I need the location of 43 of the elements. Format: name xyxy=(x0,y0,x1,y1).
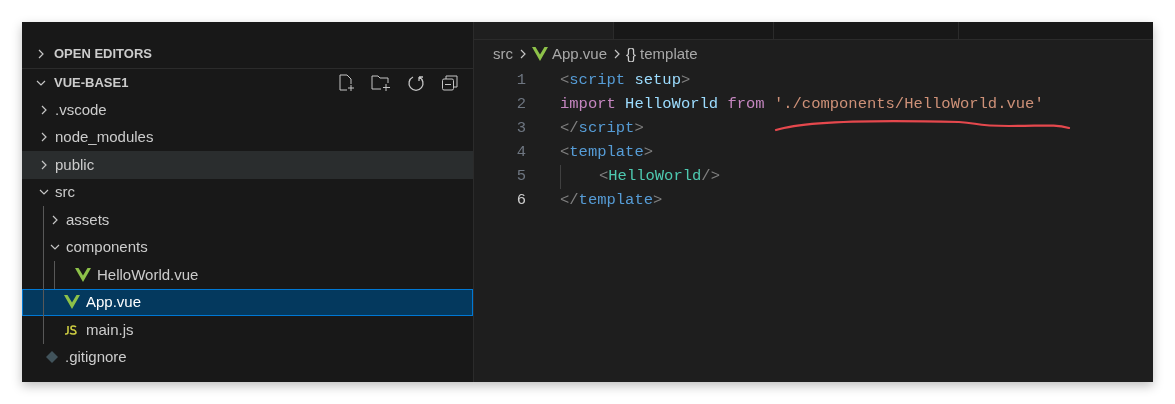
folder-item[interactable]: components xyxy=(22,233,473,261)
line-number: 5 xyxy=(515,166,526,188)
line-number: 1 xyxy=(515,70,526,92)
code-line: <template> xyxy=(560,142,654,164)
file-item[interactable]: App.vue xyxy=(22,288,473,316)
folder-item[interactable]: public xyxy=(22,151,473,179)
code-line: <HelloWorld/> xyxy=(560,165,720,189)
new-file-icon[interactable] xyxy=(337,73,355,92)
section-header[interactable]: VUE-BASE1 xyxy=(22,68,473,96)
collapse-all-icon[interactable] xyxy=(441,73,459,92)
file-item[interactable]: HelloWorld.vue xyxy=(22,261,473,289)
line-number: 6 xyxy=(515,190,526,212)
folder-item[interactable]: src xyxy=(22,178,473,206)
file-item[interactable]: main.js xyxy=(22,316,473,344)
code-line: </script> xyxy=(560,118,644,140)
breadcrumb-item[interactable]: template xyxy=(640,42,698,66)
chevron-right-icon xyxy=(50,214,60,225)
code-line: import HelloWorld from './components/HelloWorld.vue' xyxy=(560,94,1044,116)
line-number: 3 xyxy=(515,118,526,140)
new-folder-icon[interactable] xyxy=(371,73,391,92)
code-line: </template> xyxy=(560,190,663,212)
folder-item[interactable]: .vscode xyxy=(22,96,473,124)
folder-item[interactable]: assets xyxy=(22,206,473,234)
chevron-right-icon xyxy=(39,132,49,143)
chevron-right-icon xyxy=(36,49,46,59)
chevron-right-icon xyxy=(39,159,49,170)
vue-icon xyxy=(64,295,80,310)
code-line: <script setup> xyxy=(560,70,691,92)
folder-item[interactable]: node_modules xyxy=(22,123,473,151)
chevron-right-icon xyxy=(39,104,49,115)
file-item[interactable]: .gitignore xyxy=(22,343,473,371)
vue-icon xyxy=(75,267,91,282)
breadcrumb-item[interactable]: App.vue xyxy=(552,42,608,66)
js-icon xyxy=(64,324,80,335)
section-header[interactable]: OPEN EDITORS xyxy=(22,40,473,68)
git-icon xyxy=(45,350,59,365)
braces-icon: {} xyxy=(626,42,637,66)
vue-icon xyxy=(532,47,548,61)
breadcrumb-item[interactable]: src xyxy=(493,42,513,66)
line-number: 2 xyxy=(515,94,526,116)
refresh-icon[interactable] xyxy=(407,73,425,92)
chevron-right-icon xyxy=(518,49,528,59)
line-number: 4 xyxy=(515,142,526,164)
